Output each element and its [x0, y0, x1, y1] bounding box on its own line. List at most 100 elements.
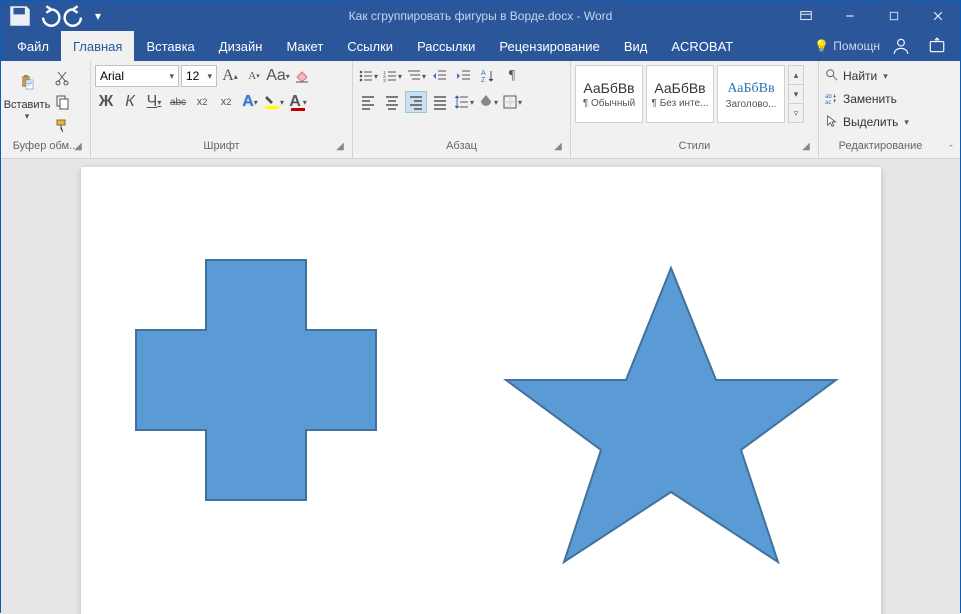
underline-button[interactable]: Ч▾ — [143, 91, 165, 113]
redo-icon[interactable] — [63, 3, 89, 29]
justify-icon[interactable] — [429, 91, 451, 113]
style-normal[interactable]: АаБбВв ¶ Обычный — [575, 65, 643, 123]
group-clipboard-label: Буфер обм... — [13, 140, 79, 152]
copy-icon[interactable] — [51, 91, 73, 113]
account-icon[interactable] — [886, 34, 916, 58]
find-button[interactable]: Найти▾ — [823, 65, 890, 87]
find-icon — [825, 68, 839, 85]
share-icon[interactable] — [922, 34, 952, 58]
svg-text:ac: ac — [825, 99, 831, 105]
svg-text:A: A — [481, 70, 486, 77]
clear-format-icon[interactable] — [291, 65, 313, 87]
tab-file[interactable]: Файл — [5, 31, 61, 61]
text-effects-icon[interactable]: A▾ — [239, 91, 261, 113]
shading-icon[interactable]: ▾ — [477, 91, 499, 113]
canvas — [81, 167, 881, 614]
font-size-value: 12 — [186, 69, 199, 83]
font-launcher-icon[interactable]: ◢ — [334, 141, 346, 153]
bulb-icon: 💡 — [814, 39, 829, 53]
replace-label: Заменить — [843, 92, 897, 106]
font-size-select[interactable]: 12▾ — [181, 65, 217, 87]
sort-icon[interactable]: AZ — [477, 65, 499, 87]
tab-home[interactable]: Главная — [61, 31, 134, 61]
tab-review[interactable]: Рецензирование — [487, 31, 611, 61]
align-center-icon[interactable] — [381, 91, 403, 113]
numbering-icon[interactable]: 123▾ — [381, 65, 403, 87]
tab-design[interactable]: Дизайн — [207, 31, 275, 61]
ribbon-display-icon[interactable] — [784, 1, 828, 31]
find-label: Найти — [843, 69, 877, 83]
bullets-icon[interactable]: ▾ — [357, 65, 379, 87]
font-name-select[interactable]: Arial▾ — [95, 65, 179, 87]
paste-label: Вставить — [4, 99, 51, 111]
change-case-icon[interactable]: Aa▾ — [267, 65, 289, 87]
borders-icon[interactable]: ▾ — [501, 91, 523, 113]
strike-button[interactable]: abc — [167, 91, 189, 113]
group-font-label: Шрифт — [203, 140, 239, 152]
collapse-ribbon-icon[interactable]: ˆ — [942, 61, 960, 158]
clipboard-launcher-icon[interactable]: ◢ — [72, 141, 84, 153]
paragraph-launcher-icon[interactable]: ◢ — [552, 141, 564, 153]
subscript-icon[interactable]: x2 — [191, 91, 213, 113]
document-page[interactable] — [81, 167, 881, 614]
superscript-icon[interactable]: x2 — [215, 91, 237, 113]
tab-layout[interactable]: Макет — [274, 31, 335, 61]
style-heading1[interactable]: АаБбВв Заголово... — [717, 65, 785, 123]
cut-icon[interactable] — [51, 67, 73, 89]
tab-mailings[interactable]: Рассылки — [405, 31, 487, 61]
star-shape[interactable] — [506, 268, 836, 562]
align-left-icon[interactable] — [357, 91, 379, 113]
undo-icon[interactable] — [35, 3, 61, 29]
font-name-value: Arial — [100, 69, 124, 83]
bold-button[interactable]: Ж — [95, 91, 117, 113]
replace-icon: abac — [825, 91, 839, 108]
paste-icon — [10, 65, 44, 99]
styles-scroll-down-icon[interactable]: ▾ — [789, 85, 803, 104]
increase-indent-icon[interactable] — [453, 65, 475, 87]
group-styles: АаБбВв ¶ Обычный АаБбВв ¶ Без инте... Аа… — [571, 61, 819, 158]
italic-button[interactable]: К — [119, 91, 141, 113]
tab-view[interactable]: Вид — [612, 31, 660, 61]
close-icon[interactable] — [916, 1, 960, 31]
cross-shape[interactable] — [136, 260, 376, 500]
title-bar: ▾ Как сгруппировать фигуры в Ворде.docx … — [1, 1, 960, 31]
multilevel-icon[interactable]: ▾ — [405, 65, 427, 87]
svg-text:3: 3 — [383, 78, 386, 84]
shrink-font-icon[interactable]: A▾ — [243, 65, 265, 87]
grow-font-icon[interactable]: A▴ — [219, 65, 241, 87]
window-title: Как сгруппировать фигуры в Ворде.docx - … — [349, 9, 613, 23]
show-marks-icon[interactable]: ¶ — [501, 65, 523, 87]
tell-me-label: Помощн — [833, 39, 880, 53]
line-spacing-icon[interactable]: ▾ — [453, 91, 475, 113]
styles-launcher-icon[interactable]: ◢ — [800, 141, 812, 153]
styles-scroll: ▴ ▾ ▿ — [788, 65, 804, 123]
qat-dropdown-icon[interactable]: ▾ — [91, 3, 105, 29]
align-right-icon[interactable] — [405, 91, 427, 113]
paste-button[interactable]: Вставить ▾ — [5, 63, 49, 124]
save-icon[interactable] — [7, 3, 33, 29]
document-area — [1, 159, 960, 614]
replace-button[interactable]: abac Заменить — [823, 88, 899, 110]
font-color-icon[interactable]: A▾ — [287, 91, 309, 113]
decrease-indent-icon[interactable] — [429, 65, 451, 87]
tab-references[interactable]: Ссылки — [335, 31, 405, 61]
style-no-spacing[interactable]: АаБбВв ¶ Без инте... — [646, 65, 714, 123]
svg-text:Z: Z — [481, 77, 486, 84]
tell-me[interactable]: 💡 Помощн — [814, 39, 880, 53]
maximize-icon[interactable] — [872, 1, 916, 31]
select-button[interactable]: Выделить▾ — [823, 111, 911, 133]
tab-insert[interactable]: Вставка — [134, 31, 206, 61]
styles-more-icon[interactable]: ▿ — [789, 104, 803, 122]
format-painter-icon[interactable] — [51, 115, 73, 137]
ribbon-tabs: Файл Главная Вставка Дизайн Макет Ссылки… — [1, 31, 960, 61]
group-paragraph: ▾ 123▾ ▾ AZ ¶ ▾ ▾ ▾ Абзац◢ — [353, 61, 571, 158]
group-editing: Найти▾ abac Заменить Выделить▾ Редактиро… — [819, 61, 942, 158]
group-font: Arial▾ 12▾ A▴ A▾ Aa▾ Ж К Ч▾ abc x2 x2 A▾… — [91, 61, 353, 158]
tab-acrobat[interactable]: ACROBAT — [659, 31, 745, 61]
select-label: Выделить — [843, 115, 898, 129]
highlight-icon[interactable]: ▾ — [263, 91, 285, 113]
select-icon — [825, 114, 839, 131]
styles-scroll-up-icon[interactable]: ▴ — [789, 66, 803, 85]
minimize-icon[interactable] — [828, 1, 872, 31]
ribbon: Вставить ▾ Буфер обм...◢ Arial▾ 12▾ A▴ A… — [1, 61, 960, 159]
